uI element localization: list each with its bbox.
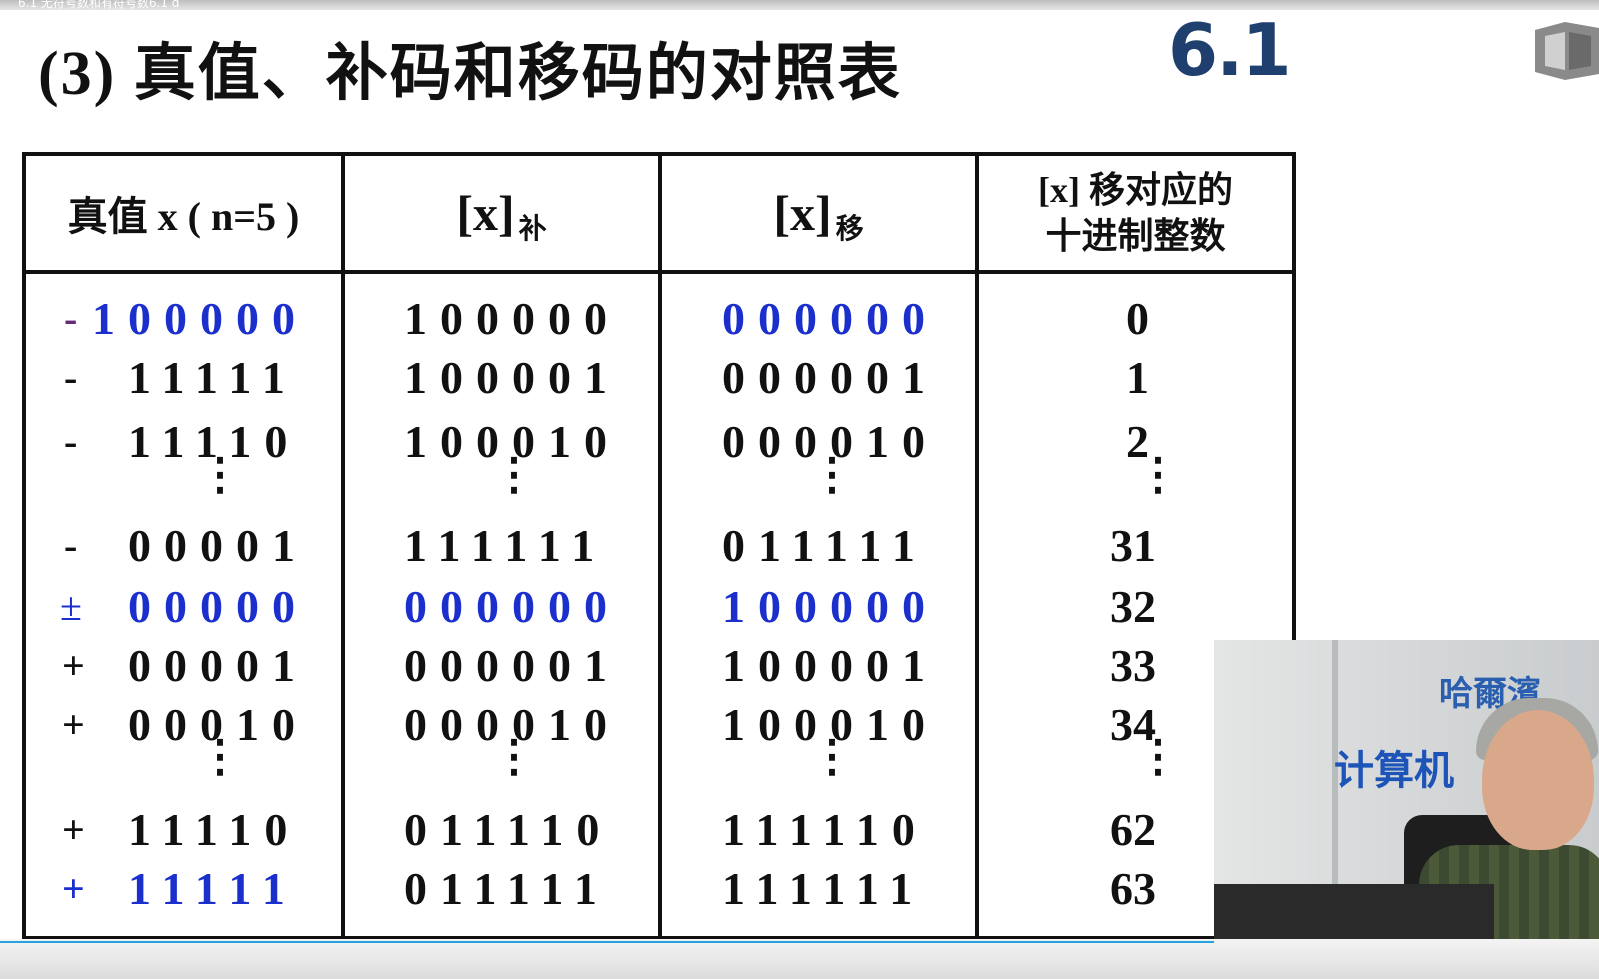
table-row: ± 00000 000000 100000 32 — [26, 576, 1292, 636]
decimal-cell: 32 — [1110, 580, 1156, 632]
biased-cell: 111110 — [722, 803, 928, 855]
complement-cell: 100000 — [404, 292, 620, 344]
sign-cell: - — [64, 295, 78, 341]
ellipsis: ⋮ — [492, 450, 536, 499]
biased-cell: 100001 — [722, 639, 938, 691]
true-value-cell: 00000 — [128, 580, 308, 632]
video-control-bar[interactable] — [0, 939, 1599, 979]
instructor-video-overlay[interactable]: 哈爾濱 计算机 — [1214, 640, 1599, 979]
biased-cell: 100000 — [722, 580, 938, 632]
true-value-cell: 11111 — [128, 862, 298, 914]
biased-cell: 000000 — [722, 292, 938, 344]
video-title-bar: 6.1 无符号数和有符号数6.1 d — [0, 0, 1599, 10]
slide-title: (3) 真值、补码和移码的对照表 — [38, 40, 902, 108]
true-value-cell: 00001 — [128, 519, 308, 571]
biased-cell: 011111 — [722, 519, 928, 571]
instructor-head — [1482, 710, 1594, 850]
table-row: - 100000 100000 000000 0 — [26, 288, 1292, 348]
ellipsis: ⋮ — [198, 732, 242, 781]
true-value-cell: 00001 — [128, 639, 308, 691]
table-row: - 00001 111111 011111 31 — [26, 515, 1292, 575]
table-row: + 00001 000001 100001 33 — [26, 635, 1292, 695]
video-progress-bar[interactable] — [0, 941, 1214, 943]
sign-cell: + — [62, 806, 85, 852]
comparison-table: 真值 x ( n=5 ) [x] 补 [x] 移 [x] 移对应的 十进制整数 - … — [22, 152, 1296, 940]
ellipsis: ⋮ — [810, 732, 854, 781]
sign-cell: ± — [60, 583, 82, 629]
complement-cell: 100001 — [404, 351, 620, 403]
decimal-cell: 63 — [1110, 862, 1156, 914]
sign-cell: + — [62, 701, 85, 747]
ellipsis: ⋮ — [198, 450, 242, 499]
biased-cell: 000001 — [722, 351, 938, 403]
sign-cell: - — [64, 522, 78, 568]
wall-sign-main: 计算机 — [1334, 748, 1454, 794]
table-row: - 11111 100001 000001 1 — [26, 347, 1292, 407]
section-number: 6.1 — [1168, 8, 1292, 92]
complement-cell: 000000 — [404, 580, 620, 632]
true-value-cell: 100000 — [92, 292, 308, 344]
decimal-cell: 31 — [1110, 519, 1156, 571]
ellipsis: ⋮ — [1136, 732, 1180, 781]
complement-cell: 011111 — [404, 862, 610, 914]
table-row: + 11111 011111 111111 63 — [26, 858, 1292, 918]
decimal-cell: 62 — [1110, 803, 1156, 855]
video-title: 6.1 无符号数和有符号数6.1 d — [18, 0, 180, 10]
complement-cell: 000001 — [404, 639, 620, 691]
decimal-cell: 0 — [1126, 292, 1149, 344]
header-true-value: 真值 x ( n=5 ) — [67, 194, 300, 239]
true-value-cell: 11111 — [128, 351, 298, 403]
ellipsis: ⋮ — [492, 732, 536, 781]
university-logo-icon — [1535, 22, 1599, 80]
complement-cell: 111111 — [404, 519, 608, 571]
decimal-cell: 1 — [1126, 351, 1149, 403]
complement-cell: 011110 — [404, 803, 613, 855]
table-row: + 11110 011110 111110 62 — [26, 799, 1292, 859]
biased-cell: 111111 — [722, 862, 926, 914]
sign-cell: + — [62, 642, 85, 688]
true-value-cell: 11110 — [128, 803, 301, 855]
header-biased-code: [x] 移 — [773, 185, 864, 245]
sign-cell: - — [64, 354, 78, 400]
decimal-cell: 33 — [1110, 639, 1156, 691]
sign-cell: - — [64, 418, 78, 464]
sign-cell: + — [62, 865, 85, 911]
header-twos-complement: [x] 补 — [456, 185, 547, 245]
ellipsis: ⋮ — [810, 450, 854, 499]
header-decimal-integer: [x] 移对应的 十进制整数 — [1038, 170, 1233, 256]
ellipsis: ⋮ — [1136, 450, 1180, 499]
